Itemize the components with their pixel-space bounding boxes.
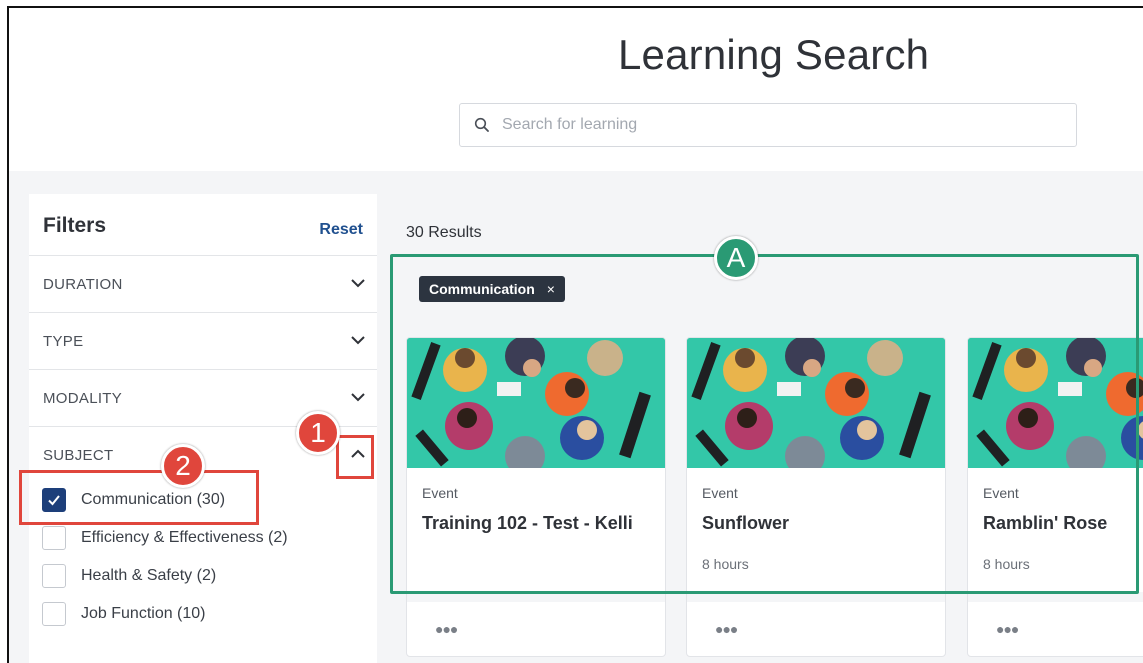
annotation-box-a <box>390 254 1139 594</box>
subject-option-health-safety[interactable]: Health & Safety (2) <box>42 563 216 589</box>
page-title: Learning Search <box>618 31 930 78</box>
annotation-highlight-2 <box>19 470 259 525</box>
filters-heading: Filters <box>43 214 107 237</box>
search-header: Learning Search <box>9 8 1143 171</box>
more-options-icon[interactable]: ●●● <box>435 621 458 637</box>
filter-section-label: MODALITY <box>43 390 123 407</box>
filter-section-label: TYPE <box>43 333 84 350</box>
search-input[interactable] <box>502 116 1062 134</box>
chevron-down-icon[interactable] <box>349 274 367 292</box>
results-count: 30 Results <box>406 224 482 241</box>
filter-section-type[interactable]: TYPE <box>29 312 377 369</box>
search-icon <box>474 117 489 132</box>
annotation-highlight-1 <box>336 435 374 479</box>
subject-option-job-function[interactable]: Job Function (10) <box>42 601 206 627</box>
app-frame: Learning Search Filters Reset DURATION T… <box>7 6 1143 663</box>
option-label: Job Function (10) <box>81 605 206 622</box>
filter-section-duration[interactable]: DURATION <box>29 255 377 312</box>
checkbox[interactable] <box>42 526 66 550</box>
filter-section-label: DURATION <box>43 276 123 293</box>
annotation-marker-2: 2 <box>161 444 205 488</box>
option-label: Health & Safety (2) <box>81 567 217 584</box>
chevron-down-icon[interactable] <box>349 388 367 406</box>
reset-filters-link[interactable]: Reset <box>319 221 363 239</box>
checkbox[interactable] <box>42 602 66 626</box>
option-label: Efficiency & Effectiveness (2) <box>81 529 288 546</box>
chevron-down-icon[interactable] <box>349 331 367 349</box>
checkbox[interactable] <box>42 564 66 588</box>
more-options-icon[interactable]: ●●● <box>715 621 738 637</box>
annotation-marker-1: 1 <box>296 411 340 455</box>
filter-section-label: SUBJECT <box>43 447 114 464</box>
more-options-icon[interactable]: ●●● <box>996 621 1019 637</box>
subject-option-efficiency[interactable]: Efficiency & Effectiveness (2) <box>42 525 288 551</box>
annotation-marker-a: A <box>714 236 758 280</box>
search-box[interactable] <box>459 103 1077 147</box>
